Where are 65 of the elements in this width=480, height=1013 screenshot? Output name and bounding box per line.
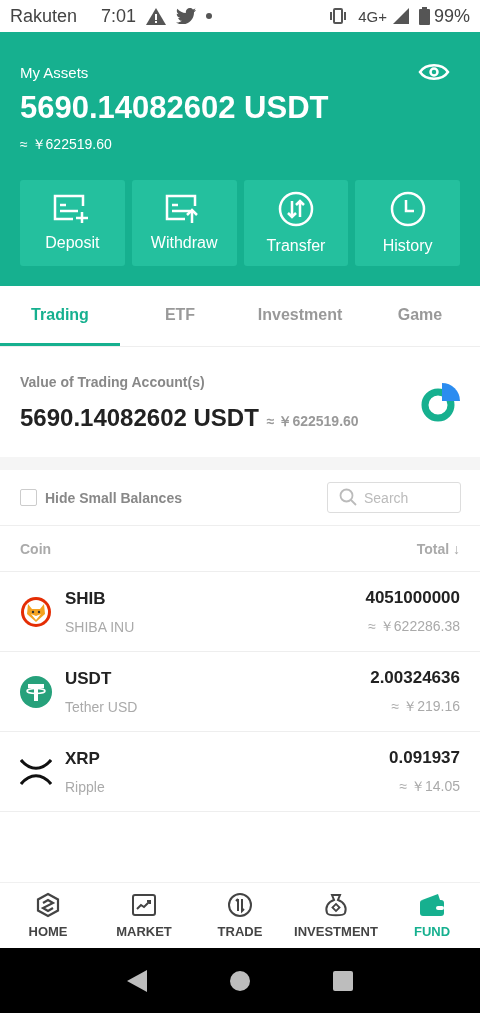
account-fiat: ≈ ￥622519.60 [266,413,359,431]
dot-icon [206,13,213,19]
wallet-icon [418,892,446,918]
dog-icon [20,595,52,628]
account-amount: 5690.14082602 USDT [20,404,259,432]
assets-amount: 5690.14082602 USDT [20,90,330,126]
nav-tab[interactable]: MARKET [96,883,192,948]
tab[interactable]: Investment [240,286,360,346]
vibrate-icon [328,8,349,24]
coin-fiat: ≈ ￥219.16 [391,697,460,716]
assets-fiat: ≈ ￥622519.60 [20,136,113,154]
search-field[interactable]: Search [327,482,461,513]
column-header: Total ↓ [416,540,460,557]
warning-icon [146,7,167,25]
coin-name: Tether USD [65,698,139,715]
signal-icon [392,8,409,24]
tab[interactable]: ETF [120,286,240,346]
money-bag-icon [323,892,349,918]
coin-total: 0.091937 [389,747,460,768]
donut-icon[interactable] [420,383,460,423]
coin-total: 2.00324636 [370,667,460,688]
tether-icon [20,675,52,708]
arrows-circle-icon [227,892,253,918]
checkbox[interactable] [20,489,37,506]
clock: 7:01 [101,5,137,27]
swap-arrows-icon [277,191,314,227]
nav-tab[interactable]: HOME [0,883,96,948]
checkbox-label[interactable]: Hide Small Balances [45,489,182,506]
coin-row[interactable]: SHIB SHIBA INU 4051000000 ≈ ￥622286.38 [0,572,480,652]
column-header: Coin [20,540,52,557]
search-icon [339,488,357,506]
recents-icon[interactable] [333,970,354,991]
x-icon [20,758,52,785]
nav-tab[interactable]: FUND [384,883,480,948]
chart-icon [131,892,157,918]
account-label: Value of Trading Account(s) [20,374,206,390]
coin-row[interactable]: XRP Ripple 0.091937 ≈ ￥14.05 [0,732,480,812]
coin-fiat: ≈ ￥14.05 [399,777,460,796]
transfer-button[interactable]: Transfer [243,180,349,266]
deposit-button[interactable]: Deposit [20,180,125,266]
coin-total: 4051000000 [365,587,460,608]
coin-fiat: ≈ ￥622286.38 [368,617,460,636]
coin-name: Ripple [65,778,106,795]
hexagon-icon [35,892,61,918]
home-icon[interactable] [230,970,250,991]
nav-tab[interactable]: INVESTMENT [288,883,384,948]
battery-level: 99% [433,5,470,27]
back-icon[interactable] [126,969,147,992]
coin-row[interactable]: USDT Tether USD 2.00324636 ≈ ￥219.16 [0,652,480,732]
coin-symbol: SHIB [65,588,107,609]
tab[interactable]: Game [360,286,480,346]
assets-label: My Assets [20,63,89,81]
nav-tab[interactable]: TRADE [192,883,288,948]
coin-name: SHIBA INU [65,618,136,635]
bird-icon [176,8,197,24]
clock-icon [389,191,426,227]
network-type: 4G+ [358,7,387,25]
carrier: Rakuten [10,5,78,27]
history-button[interactable]: History [355,180,460,266]
withdraw-button[interactable]: Withdraw [131,180,237,266]
coin-symbol: XRP [65,748,101,769]
eye-icon[interactable] [418,62,450,82]
tab[interactable]: Trading [0,286,120,346]
battery-icon [418,7,430,25]
coin-symbol: USDT [65,668,113,689]
